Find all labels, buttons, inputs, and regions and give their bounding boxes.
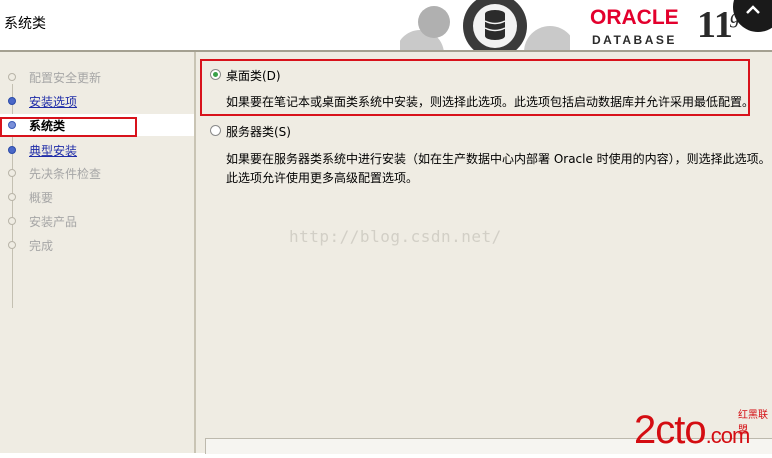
oracle-logo: ORACLE DATABASE <box>590 6 700 50</box>
oracle-brand-text: ORACLE <box>590 6 679 29</box>
site-logo: 2cto.com 红黑联盟 <box>634 402 772 453</box>
chevron-up-icon <box>746 5 760 14</box>
step-navigation: 配置安全更新 安装选项 系统类 典型安装 先决条件检查 概要 安装产品 完成 <box>0 52 195 453</box>
step-label: 概要 <box>29 191 54 205</box>
step-label[interactable]: 典型安装 <box>29 142 77 159</box>
step-dot-icon <box>8 217 16 225</box>
site-logo-subtitle: 红黑联盟 <box>738 410 768 436</box>
step-label: 配置安全更新 <box>29 71 102 85</box>
step-dot-icon <box>8 97 16 105</box>
server-class-description: 如果要在服务器类系统中进行安装（如在生产数据中心内部署 Oracle 时使用的内… <box>226 152 771 166</box>
page-title: 系统类 <box>4 16 46 32</box>
step-label: 完成 <box>29 239 54 253</box>
step-typical-install[interactable]: 典型安装 <box>0 139 195 161</box>
step-dot-icon <box>8 73 16 81</box>
header-banner: 系统类 ORACLE DATABASE 11 g <box>0 0 772 50</box>
server-class-label[interactable]: 服务器类(S) <box>226 123 291 140</box>
step-dot-icon <box>8 241 16 249</box>
step-install-options[interactable]: 安装选项 <box>0 90 195 112</box>
step-prereq-check: 先决条件检查 <box>0 162 195 184</box>
gears-graphic <box>400 0 570 50</box>
server-class-description-2: 此选项允许使用更多高级配置选项。 <box>226 171 419 185</box>
step-dot-icon <box>8 193 16 201</box>
version-number: 11 <box>697 4 733 46</box>
watermark-text: http://blog.csdn.net/ <box>289 227 502 246</box>
step-dot-icon <box>8 169 16 177</box>
step-install-product: 安装产品 <box>0 210 195 232</box>
current-step-highlight <box>0 117 137 137</box>
site-logo-text: 2cto.com <box>634 408 750 458</box>
step-finish: 完成 <box>0 234 195 256</box>
step-label[interactable]: 安装选项 <box>29 93 77 110</box>
server-class-radio[interactable] <box>210 125 221 136</box>
step-summary: 概要 <box>0 186 195 208</box>
step-dot-icon <box>8 146 16 154</box>
site-logo-main: 2cto <box>634 408 707 452</box>
step-security-updates: 配置安全更新 <box>0 66 195 88</box>
step-label: 安装产品 <box>29 215 78 229</box>
database-text: DATABASE <box>592 33 677 47</box>
desktop-option-highlight <box>200 59 750 116</box>
step-label: 先决条件检查 <box>29 167 102 181</box>
